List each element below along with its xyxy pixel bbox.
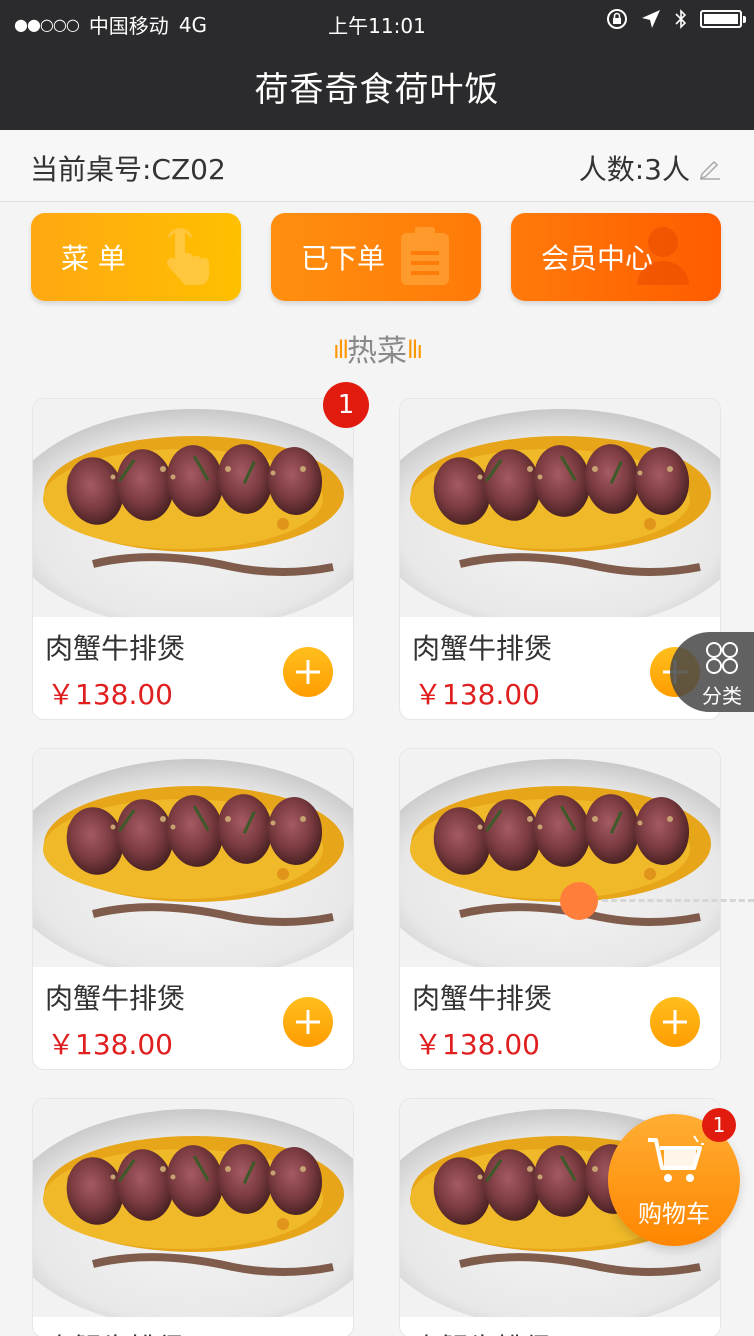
dish-name: 肉蟹牛排煲 xyxy=(412,632,553,665)
status-bar: ●●○○○ 中国移动 4G 上午11:01 xyxy=(0,0,754,44)
category-tab-label: 分类 xyxy=(702,684,742,708)
category-grid-icon xyxy=(706,642,738,674)
dish-price: ￥138.00 xyxy=(47,1028,173,1061)
menu-button[interactable]: 菜 单 xyxy=(31,213,241,301)
user-icon xyxy=(637,227,689,285)
location-icon xyxy=(642,10,660,28)
action-buttons: 菜 单 已下单 会员中心 xyxy=(31,213,721,301)
drag-track xyxy=(602,899,754,902)
ordered-button[interactable]: 已下单 xyxy=(271,213,481,301)
dish-quantity-badge: 1 xyxy=(323,382,369,428)
menu-button-label: 菜 单 xyxy=(61,242,126,275)
rotation-lock-icon xyxy=(607,9,627,29)
dish-name: 肉蟹牛排煲 xyxy=(412,1327,552,1336)
table-number: 当前桌号:CZ02 xyxy=(30,153,226,186)
member-center-button[interactable]: 会员中心 xyxy=(511,213,721,301)
drag-handle[interactable] xyxy=(560,882,598,920)
add-to-cart-button[interactable] xyxy=(283,647,333,697)
app-header: ●●○○○ 中国移动 4G 上午11:01 荷香奇食荷叶饭 xyxy=(0,0,754,130)
hand-pointer-icon xyxy=(167,228,209,285)
dish-card[interactable]: 肉蟹牛排煲 ￥138.00 xyxy=(399,748,721,1070)
category-tab[interactable]: 分类 xyxy=(670,632,754,712)
add-to-cart-button[interactable] xyxy=(650,997,700,1047)
add-to-cart-button[interactable] xyxy=(283,997,333,1047)
dish-name: 肉蟹牛排煲 xyxy=(412,982,553,1015)
section-header: ıll热菜llı xyxy=(0,326,754,370)
dish-card[interactable]: 肉蟹牛排煲 ￥138.00 xyxy=(32,398,354,720)
dish-price: ￥138.00 xyxy=(414,678,540,711)
dish-photo xyxy=(33,1099,354,1317)
dish-photo xyxy=(33,399,354,617)
dish-photo xyxy=(400,749,721,967)
dish-name: 肉蟹牛排煲 xyxy=(45,1327,185,1336)
edit-pencil-icon[interactable] xyxy=(698,156,722,180)
dish-name: 肉蟹牛排煲 xyxy=(45,632,186,665)
page-title: 荷香奇食荷叶饭 xyxy=(254,70,500,110)
cart-label: 购物车 xyxy=(638,1200,710,1228)
status-right xyxy=(606,8,746,30)
dish-card[interactable]: 肉蟹牛排煲 xyxy=(32,1098,354,1336)
people-count-label: 人数:3人 xyxy=(578,153,690,186)
dish-card[interactable]: 肉蟹牛排煲 ￥138.00 xyxy=(32,748,354,1070)
table-info-bar: 当前桌号:CZ02 人数:3人 xyxy=(0,130,754,202)
section-bars-right-icon: llı xyxy=(407,336,423,364)
ordered-button-label: 已下单 xyxy=(301,242,386,275)
people-count[interactable]: 人数:3人 xyxy=(579,148,722,188)
cart-count-badge: 1 xyxy=(702,1108,736,1142)
dish-price: ￥138.00 xyxy=(414,1028,540,1061)
dish-photo xyxy=(33,749,354,967)
dish-photo xyxy=(400,399,721,617)
battery-icon xyxy=(700,10,746,28)
section-bars-left-icon: ıll xyxy=(332,336,349,364)
shopping-cart-icon xyxy=(648,1135,704,1182)
dish-name: 肉蟹牛排煲 xyxy=(45,982,186,1015)
clipboard-icon xyxy=(401,227,449,285)
dish-price: ￥138.00 xyxy=(47,678,173,711)
section-title-text: 热菜 xyxy=(347,334,407,369)
bluetooth-icon xyxy=(675,9,687,29)
